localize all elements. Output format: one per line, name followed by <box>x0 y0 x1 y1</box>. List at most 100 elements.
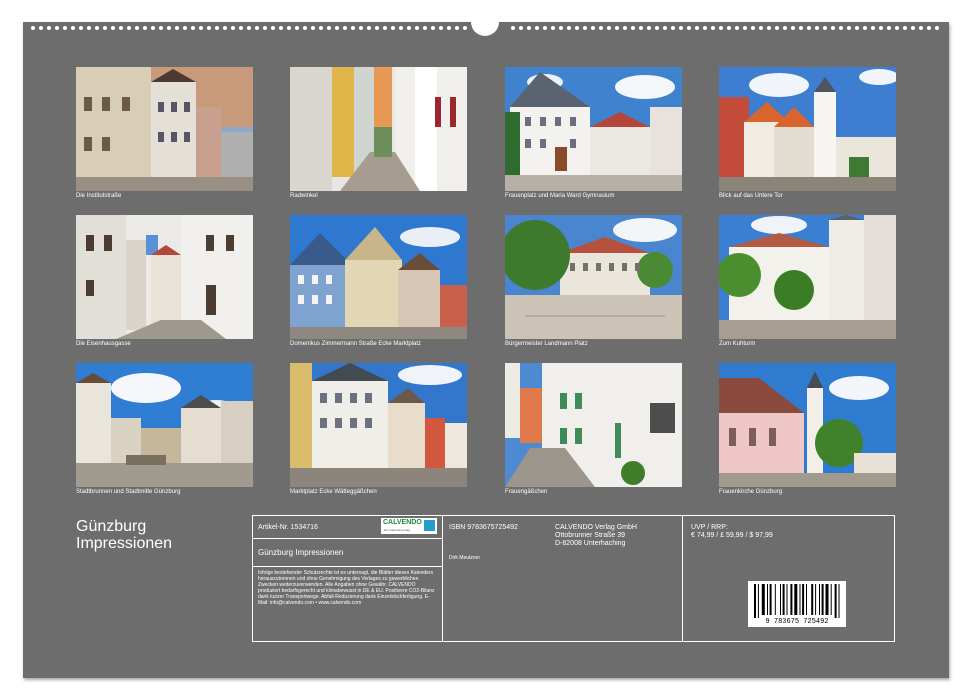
binding-hole <box>903 26 907 30</box>
binding-hole <box>119 26 123 30</box>
binding-hole <box>199 26 203 30</box>
price-values: € 74,99 / £ 59,99 / $ 97,99 <box>691 532 773 539</box>
binding-hole <box>47 26 51 30</box>
binding-hole <box>767 26 771 30</box>
binding-hole <box>287 26 291 30</box>
binding-hole <box>919 26 923 30</box>
binding-hole <box>447 26 451 30</box>
photo-die-institutsstrasse <box>76 67 253 191</box>
binding-hole <box>167 26 171 30</box>
binding-hole <box>439 26 443 30</box>
binding-hole <box>679 26 683 30</box>
photo-frauenplatz <box>505 67 682 191</box>
barcode-bars <box>754 584 840 618</box>
binding-hole <box>687 26 691 30</box>
publisher-line-3: D-82008 Unterhaching <box>555 540 626 547</box>
binding-hole <box>575 26 579 30</box>
calendar-back-page: Die Institutstraße Radwinkel Frauenplatz… <box>23 16 949 678</box>
binding-hole <box>863 26 867 30</box>
binding-hole <box>359 26 363 30</box>
photo-caption: Stadtbrunnen und Stadtmitte Günzburg <box>76 489 181 495</box>
binding-hole <box>735 26 739 30</box>
binding-hole <box>847 26 851 30</box>
binding-hole <box>895 26 899 30</box>
binding-hole <box>463 26 467 30</box>
binding-hole <box>703 26 707 30</box>
binding-hole <box>871 26 875 30</box>
binding-hole <box>95 26 99 30</box>
photo-domenikus-zimmermann-strasse <box>290 215 467 339</box>
photo-caption: Frauenkirche Günzburg <box>719 489 783 495</box>
publisher-line-2: Ottobrunner Straße 39 <box>555 532 626 539</box>
binding-hole <box>111 26 115 30</box>
binding-hole <box>415 26 419 30</box>
photo-caption: Zum Kuhturm <box>719 341 756 347</box>
binding-hole <box>143 26 147 30</box>
binding-hole <box>719 26 723 30</box>
binding-hole <box>751 26 755 30</box>
binding-hole <box>375 26 379 30</box>
photo-caption: Marktplatz Ecke Wätteggäßchen <box>290 489 377 495</box>
binding-hole <box>583 26 587 30</box>
binding-hole <box>639 26 643 30</box>
photo-stadtbrunnen <box>76 363 253 487</box>
product-info-box: Artikel-Nr. 1534716 CALVENDO Der Kalende… <box>252 515 895 642</box>
binding-hole <box>599 26 603 30</box>
binding-hole <box>927 26 931 30</box>
binding-hole <box>823 26 827 30</box>
binding-hole <box>63 26 67 30</box>
photo-caption: Blick auf das Untere Tor <box>719 193 783 199</box>
photo-caption: Bürgermeister Landmann Platz <box>505 341 588 347</box>
binding-hole <box>191 26 195 30</box>
photo-radwinkel <box>290 67 467 191</box>
photo-buergermeister-landmann-platz <box>505 215 682 339</box>
binding-hole <box>319 26 323 30</box>
binding-hole <box>407 26 411 30</box>
author-name: Dirk Meutzner <box>449 555 481 561</box>
price-label: UVP / RRP: <box>691 524 728 531</box>
binding-hole <box>623 26 627 30</box>
legal-notice: Infolge bestehender Schutzrechte ist es … <box>258 570 435 606</box>
binding-hole <box>247 26 251 30</box>
binding-hole <box>615 26 619 30</box>
calvendo-logo: CALVENDO Der Kalenderverlag <box>381 518 437 534</box>
photo-caption: Radwinkel <box>290 193 318 199</box>
calendar-title: Günzburg Impressionen <box>76 518 172 552</box>
binding-hole <box>551 26 555 30</box>
binding-hole <box>815 26 819 30</box>
binding-hole <box>799 26 803 30</box>
calendar-name: Günzburg Impressionen <box>258 548 344 557</box>
binding-hole <box>79 26 83 30</box>
photo-marktplatz-ecke <box>290 363 467 487</box>
binding-hole <box>367 26 371 30</box>
photo-caption: Frauenplatz und Maria Ward Gymnasium <box>505 193 615 199</box>
binding-hole <box>935 26 939 30</box>
binding-hole <box>831 26 835 30</box>
binding-hole <box>519 26 523 30</box>
binding-hole <box>567 26 571 30</box>
binding-hole <box>239 26 243 30</box>
binding-hole <box>151 26 155 30</box>
binding-hole <box>335 26 339 30</box>
binding-hole <box>303 26 307 30</box>
photo-die-eisenhausgasse <box>76 215 253 339</box>
binding-hole <box>271 26 275 30</box>
photo-zum-kuhturm <box>719 215 896 339</box>
spiral-binding <box>23 16 949 36</box>
binding-hole <box>55 26 59 30</box>
article-number: Artikel-Nr. 1534716 <box>258 524 318 531</box>
photo-unteres-tor <box>719 67 896 191</box>
binding-hole <box>791 26 795 30</box>
binding-hole <box>591 26 595 30</box>
logo-mark-icon <box>424 520 435 531</box>
binding-hole <box>71 26 75 30</box>
binding-hole <box>839 26 843 30</box>
photo-frauenkirche <box>719 363 896 487</box>
binding-hole <box>311 26 315 30</box>
binding-hole <box>207 26 211 30</box>
photo-frauengaesschen <box>505 363 682 487</box>
binding-hole <box>295 26 299 30</box>
binding-hole <box>631 26 635 30</box>
binding-hole <box>655 26 659 30</box>
binding-hole <box>559 26 563 30</box>
